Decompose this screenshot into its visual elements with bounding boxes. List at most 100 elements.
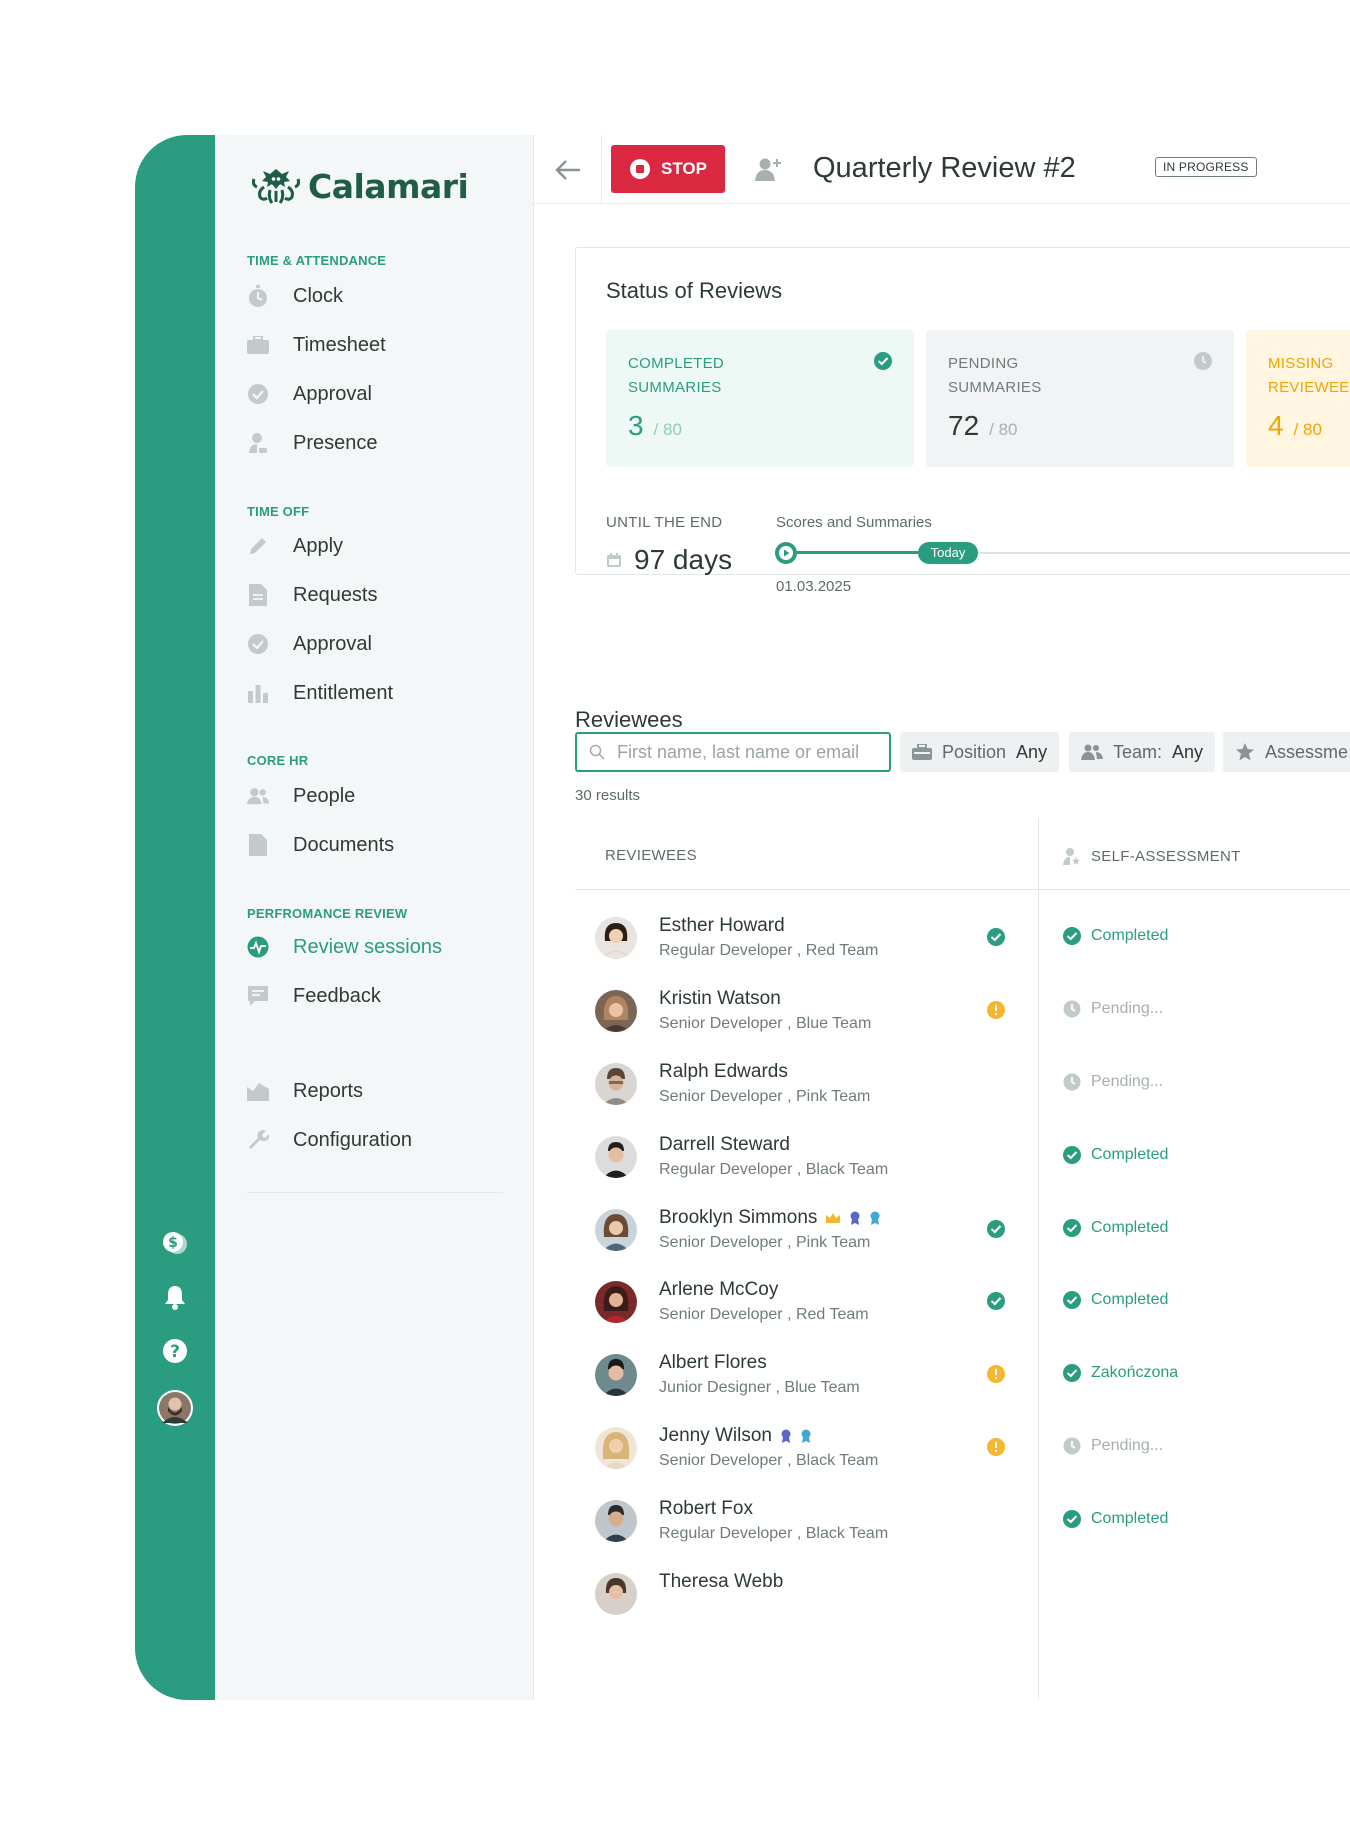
status-text: Completed bbox=[1091, 1510, 1169, 1527]
warning-icon bbox=[987, 1365, 1005, 1383]
presence-icon bbox=[247, 432, 269, 454]
sidebar-item-documents[interactable]: Documents bbox=[247, 825, 394, 865]
sidebar-item-reports[interactable]: Reports bbox=[247, 1071, 363, 1111]
tile-label: MISSING bbox=[1268, 355, 1334, 372]
status-text: Zakończona bbox=[1091, 1364, 1179, 1381]
status-text: Completed bbox=[1091, 1291, 1169, 1308]
stop-icon bbox=[630, 159, 650, 179]
page-title: Quarterly Review #2 bbox=[813, 152, 1076, 184]
self-assessment-status: Completed bbox=[1063, 1146, 1168, 1164]
star-icon bbox=[1236, 743, 1254, 761]
document-icon bbox=[247, 834, 269, 856]
clock-icon bbox=[1063, 1437, 1081, 1455]
user-avatar[interactable] bbox=[156, 1389, 194, 1427]
tile-label: REVIEWEE bbox=[1268, 379, 1350, 396]
tile-value: 3 bbox=[628, 410, 644, 441]
sidebar-item-review-sessions[interactable]: Review sessions bbox=[247, 927, 442, 967]
bar-chart-icon bbox=[247, 682, 269, 704]
check-circle-icon bbox=[1063, 927, 1081, 945]
filter-value: Any bbox=[1016, 741, 1048, 762]
top-bar: STOP Quarterly Review #2 IN PROGRESS bbox=[533, 135, 1350, 204]
column-header-self-assessment[interactable]: SELF-ASSESSMENT bbox=[1063, 847, 1241, 865]
sidebar-item-presence[interactable]: Presence bbox=[247, 423, 378, 463]
sidebar-item-entitlement[interactable]: Entitlement bbox=[247, 673, 393, 713]
document-icon bbox=[247, 584, 269, 606]
column-label: REVIEWEES bbox=[605, 847, 697, 864]
tile-value: 4 bbox=[1268, 410, 1284, 441]
tile-label: SUMMARIES bbox=[948, 379, 1042, 396]
reviewee-name: Esther Howard bbox=[659, 915, 785, 936]
sidebar-item-label: Presence bbox=[293, 431, 378, 454]
filter-label: Team: bbox=[1113, 741, 1163, 762]
stop-button-label: STOP bbox=[661, 159, 707, 178]
logo-text: Calamari bbox=[308, 166, 469, 206]
search-input[interactable] bbox=[615, 740, 879, 764]
sidebar-item-label: Entitlement bbox=[293, 681, 394, 704]
sidebar-item-label: Approval bbox=[293, 382, 372, 405]
reviewee-name: Darrell Steward bbox=[659, 1134, 790, 1155]
award-icon bbox=[781, 1429, 791, 1443]
position-filter[interactable]: Position Any bbox=[900, 732, 1060, 772]
billing-icon[interactable]: $ bbox=[161, 1229, 189, 1257]
self-assessment-status: Completed bbox=[1063, 1510, 1168, 1528]
sidebar: Calamari TIME & ATTENDANCE Clock Timeshe… bbox=[215, 135, 534, 1700]
bell-icon[interactable] bbox=[161, 1283, 189, 1311]
sidebar-item-label: Configuration bbox=[293, 1128, 412, 1151]
status-badge: IN PROGRESS bbox=[1155, 157, 1257, 177]
sidebar-item-timeoff-approval[interactable]: Approval bbox=[247, 624, 372, 664]
self-assessment-status: Pending... bbox=[1063, 1073, 1163, 1091]
team-filter[interactable]: Team: Any bbox=[1069, 732, 1216, 772]
sidebar-item-people[interactable]: People bbox=[247, 776, 355, 816]
status-text: Pending... bbox=[1091, 1073, 1164, 1090]
sidebar-divider bbox=[247, 1192, 503, 1193]
svg-text:?: ? bbox=[170, 1342, 180, 1362]
check-circle-icon bbox=[1063, 1510, 1081, 1528]
calendar-icon bbox=[607, 553, 621, 567]
sidebar-item-label: Review sessions bbox=[293, 935, 442, 958]
warning-icon bbox=[987, 1438, 1005, 1456]
avatar bbox=[595, 917, 637, 959]
assessment-filter[interactable]: Assessme bbox=[1223, 732, 1350, 772]
svg-text:$: $ bbox=[168, 1235, 178, 1251]
topbar-divider bbox=[601, 135, 602, 203]
status-text: Completed bbox=[1091, 927, 1169, 944]
column-header-reviewees[interactable]: REVIEWEES bbox=[605, 847, 697, 864]
help-icon[interactable]: ? bbox=[161, 1337, 189, 1365]
self-assessment-status: Zakończona bbox=[1063, 1364, 1178, 1382]
pulse-icon bbox=[247, 936, 269, 958]
sidebar-item-feedback[interactable]: Feedback bbox=[247, 976, 381, 1016]
filter-label: Assessme bbox=[1265, 741, 1349, 762]
reviewee-name: Kristin Watson bbox=[659, 988, 781, 1009]
back-arrow-icon[interactable] bbox=[553, 155, 583, 185]
reviewee-role: Senior Developer , Black Team bbox=[659, 1452, 879, 1469]
sidebar-item-approval[interactable]: Approval bbox=[247, 374, 372, 414]
tile-label: COMPLETED bbox=[628, 355, 725, 372]
icon-rail: $ ? bbox=[135, 135, 215, 1700]
reviewee-name: Theresa Webb bbox=[659, 1571, 784, 1592]
sidebar-item-label: Documents bbox=[293, 833, 395, 856]
reviewee-name: Jenny Wilson bbox=[659, 1425, 772, 1446]
award-icon bbox=[801, 1429, 811, 1443]
filter-label: Position bbox=[942, 741, 1007, 762]
award-icon bbox=[870, 1211, 880, 1225]
sidebar-item-timesheet[interactable]: Timesheet bbox=[247, 325, 386, 365]
check-circle-icon bbox=[987, 1220, 1005, 1238]
timeline-label: Scores and Summaries bbox=[776, 514, 932, 531]
sidebar-item-clock[interactable]: Clock bbox=[247, 276, 343, 316]
add-user-icon[interactable] bbox=[755, 157, 783, 181]
table-row[interactable]: Theresa Webb bbox=[575, 1571, 1350, 1658]
tile-label: SUMMARIES bbox=[628, 379, 722, 396]
sidebar-item-apply[interactable]: Apply bbox=[247, 526, 343, 566]
column-label: SELF-ASSESSMENT bbox=[1091, 847, 1241, 865]
people-icon bbox=[247, 785, 269, 807]
calamari-logo[interactable]: Calamari bbox=[250, 165, 469, 207]
timeline-start-date: 01.03.2025 bbox=[776, 578, 852, 595]
sidebar-item-requests[interactable]: Requests bbox=[247, 575, 378, 615]
results-count: 30 results bbox=[575, 787, 641, 804]
timeline-start-marker[interactable] bbox=[775, 542, 797, 564]
reviewee-role: Senior Developer , Blue Team bbox=[659, 1015, 872, 1032]
check-circle-icon bbox=[1063, 1291, 1081, 1309]
search-field[interactable] bbox=[575, 732, 891, 772]
stop-button[interactable]: STOP bbox=[611, 145, 725, 193]
sidebar-item-configuration[interactable]: Configuration bbox=[247, 1120, 412, 1160]
